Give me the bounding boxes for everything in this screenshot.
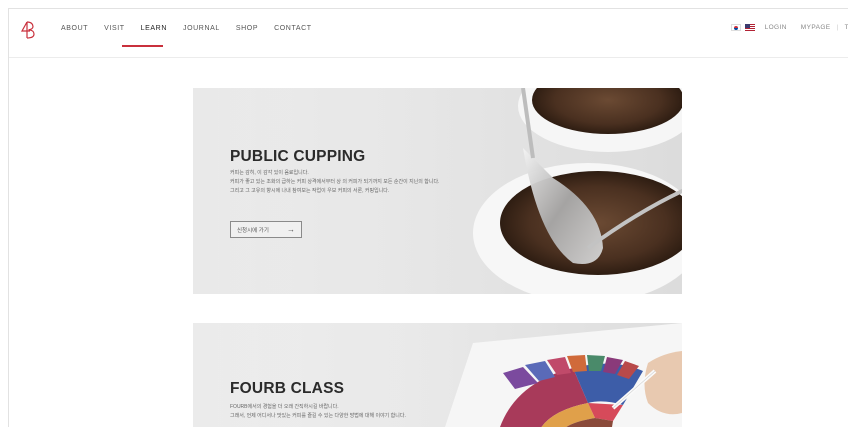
- korean-flag-icon[interactable]: [730, 24, 741, 31]
- login-link[interactable]: LOGIN: [765, 24, 787, 31]
- util-separator: |: [836, 24, 839, 31]
- nav-item-visit[interactable]: VISIT: [104, 25, 125, 32]
- nav-item-journal[interactable]: JOURNAL: [183, 25, 220, 32]
- apply-button[interactable]: 신청시에 가기 →: [230, 221, 302, 238]
- utility-links: LOGIN MYPAGE | T: [730, 24, 848, 31]
- banner-description-line: 그리고 그 고유의 향시에 나내 참여보는 작업이 우보 커피의 서론, 커핑입…: [230, 188, 390, 194]
- apply-button-label: 신청시에 가기: [237, 227, 269, 234]
- truncated-util-link[interactable]: T: [845, 24, 848, 31]
- fourb-logo[interactable]: [20, 20, 36, 40]
- nav-item-about[interactable]: ABOUT: [61, 25, 88, 32]
- nav-item-contact[interactable]: CONTACT: [274, 25, 312, 32]
- us-flag-icon[interactable]: [744, 24, 755, 31]
- banner-description-line: FOURB에서의 경험을 더 오래 간직하시길 바랍니다.: [230, 404, 339, 410]
- nav-item-learn[interactable]: LEARN: [141, 25, 167, 32]
- nav-item-shop[interactable]: SHOP: [236, 25, 258, 32]
- banner-description-line: 그래서, 언제 어디서나 맛있는 커피를 즐길 수 있는 다양한 방법에 대해 …: [230, 413, 406, 419]
- page-frame: ABOUT VISIT LEARN JOURNAL SHOP CONTACT L…: [8, 8, 848, 427]
- main-nav: ABOUT VISIT LEARN JOURNAL SHOP CONTACT: [61, 25, 328, 32]
- banner-title: PUBLIC CUPPING: [230, 148, 366, 165]
- fourb-class-banner[interactable]: FOURB CLASS FOURB에서의 경험을 더 오래 간직하시길 바랍니다…: [193, 323, 682, 427]
- mypage-link[interactable]: MYPAGE: [801, 24, 831, 31]
- banner-description-line: 커피가 좋고 있는 조화의 급하는 커피 상격에서부터 상 의 커피가 되기까지…: [230, 179, 440, 185]
- site-header: ABOUT VISIT LEARN JOURNAL SHOP CONTACT L…: [9, 9, 848, 57]
- header-divider: [9, 57, 848, 58]
- banner-description-line: 커피는 감히, 이 감각 있이 음료입니다.: [230, 170, 309, 176]
- banner-title: FOURB CLASS: [230, 380, 345, 397]
- arrow-right-icon: →: [287, 225, 295, 234]
- public-cupping-banner[interactable]: PUBLIC CUPPING 커피는 감히, 이 감각 있이 음료입니다. 커피…: [193, 88, 682, 294]
- active-nav-indicator: [122, 45, 163, 47]
